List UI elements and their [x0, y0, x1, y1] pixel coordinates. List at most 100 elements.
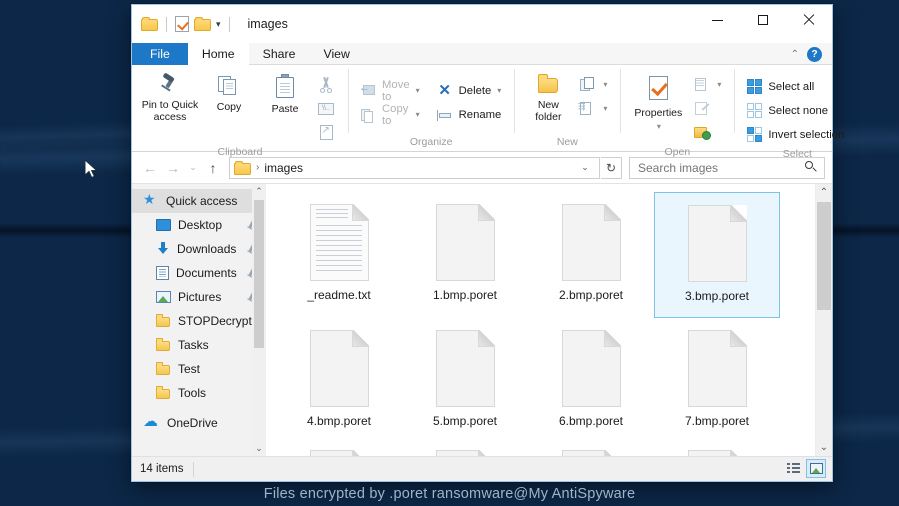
folder-properties-icon[interactable] [175, 16, 189, 32]
file-item[interactable]: 1.bmp.poret [402, 192, 528, 318]
file-grid: _readme.txt 1.bmp.poret 2.bmp.poret 3.bm… [266, 184, 812, 456]
delete-button[interactable]: ✕ Delete ▾ [433, 79, 507, 102]
sidebar-item-desktop[interactable]: Desktop [132, 213, 266, 237]
customize-qat-caret[interactable]: ▾ [216, 19, 221, 29]
maximize-button[interactable] [740, 5, 786, 35]
copy-to-caret[interactable]: ▾ [416, 110, 420, 119]
address-dropdown-icon[interactable]: ⌄ [575, 162, 595, 173]
copy-to-button[interactable]: Copy to ▾ [356, 103, 425, 127]
file-item-selected[interactable]: 3.bmp.poret [654, 192, 780, 318]
scroll-down-icon[interactable]: ⌄ [816, 439, 832, 456]
rename-button[interactable]: Rename [433, 103, 507, 126]
delete-x-icon: ✕ [438, 82, 451, 99]
file-item[interactable] [654, 444, 780, 456]
new-folder-icon[interactable] [194, 17, 211, 31]
tab-home[interactable]: Home [187, 43, 249, 65]
edit-button[interactable] [690, 97, 726, 120]
easy-access-button[interactable]: ▾ [576, 97, 612, 120]
open-button[interactable]: ▾ [690, 73, 726, 96]
paste-button[interactable]: Paste [258, 71, 312, 118]
history-button[interactable] [690, 121, 726, 144]
file-scroll-thumb[interactable] [817, 202, 831, 310]
search-icon[interactable] [805, 161, 818, 174]
move-to-button[interactable]: Move to ▾ [356, 79, 425, 103]
sidebar-item-documents[interactable]: Documents [132, 261, 266, 285]
properties-button[interactable]: Properties ▾ [628, 71, 688, 134]
large-icons-view-button[interactable] [806, 459, 826, 478]
quick-access-toolbar: ▾ images [132, 16, 288, 32]
file-item[interactable]: 2.bmp.poret [528, 192, 654, 318]
file-item[interactable]: _readme.txt [276, 192, 402, 318]
sidebar-item-stopdecrypter[interactable]: STOPDecrypter [132, 309, 266, 333]
folder-icon [141, 17, 158, 31]
help-button[interactable]: ? [807, 46, 822, 62]
file-item[interactable]: 7.bmp.poret [654, 318, 780, 444]
copy-to-icon [360, 108, 376, 123]
file-item[interactable]: 5.bmp.poret [402, 318, 528, 444]
sidebar-item-label: Pictures [178, 290, 222, 304]
navigation-scrollbar[interactable]: ⌃ ⌄ [252, 184, 266, 456]
copy-button[interactable]: Copy [202, 71, 256, 116]
folder-icon [156, 361, 171, 376]
tab-file[interactable]: File [132, 43, 188, 65]
copy-path-icon: \\.. [318, 102, 334, 115]
close-icon [803, 14, 815, 26]
tab-view[interactable]: View [309, 43, 364, 65]
select-all-button[interactable]: Select all [742, 75, 849, 98]
open-small-buttons: ▾ [690, 71, 726, 144]
new-item-button[interactable]: ▾ [576, 73, 612, 96]
file-item[interactable]: 4.bmp.poret [276, 318, 402, 444]
sidebar-item-test[interactable]: Test [132, 357, 266, 381]
invert-selection-button[interactable]: Invert selection [742, 123, 849, 146]
details-view-button[interactable] [783, 459, 803, 478]
ribbon-group-label-organize: Organize [409, 136, 453, 148]
move-to-caret[interactable]: ▾ [416, 86, 420, 95]
breadcrumb-item-images[interactable]: images [264, 161, 303, 175]
file-item[interactable] [528, 444, 654, 456]
properties-caret[interactable]: ▾ [657, 122, 661, 131]
delete-caret[interactable]: ▾ [497, 86, 501, 95]
collapse-ribbon-icon[interactable]: ⌃ [791, 49, 799, 60]
onedrive-cloud-icon [143, 412, 160, 430]
sidebar-item-downloads[interactable]: Downloads [132, 237, 266, 261]
file-thumbnail [687, 324, 747, 412]
select-none-icon [746, 103, 762, 118]
refresh-button[interactable]: ↻ [601, 156, 622, 179]
invert-selection-icon [746, 127, 762, 142]
sidebar-item-quick-access[interactable]: Quick access [132, 189, 266, 213]
file-thumbnail [435, 198, 495, 286]
invert-selection-label: Invert selection [768, 128, 845, 141]
scroll-up-icon[interactable]: ⌃ [816, 184, 832, 201]
tab-share[interactable]: Share [248, 43, 310, 65]
new-folder-button[interactable]: New folder [522, 71, 574, 126]
ribbon-group-label-new: New [556, 136, 578, 148]
ribbon-group-open: Properties ▾ ▾ Open [620, 65, 734, 158]
file-item[interactable] [402, 444, 528, 456]
easy-access-caret[interactable]: ▾ [603, 104, 607, 113]
pin-to-quick-access-button[interactable]: Pin to Quick access [140, 71, 200, 126]
scroll-down-icon[interactable]: ⌄ [255, 441, 263, 456]
copy-path-button[interactable]: \\.. [314, 97, 340, 120]
file-item[interactable] [276, 444, 402, 456]
sidebar-item-onedrive[interactable]: OneDrive [132, 411, 266, 435]
file-item[interactable]: 6.bmp.poret [528, 318, 654, 444]
new-item-caret[interactable]: ▾ [603, 80, 607, 89]
folder-icon [156, 337, 171, 352]
sidebar-item-label: Documents [176, 266, 237, 280]
open-caret[interactable]: ▾ [717, 80, 721, 89]
close-button[interactable] [786, 5, 832, 35]
text-file-icon [309, 203, 369, 281]
paste-shortcut-button[interactable] [314, 121, 340, 144]
sidebar-item-tools[interactable]: Tools [132, 381, 266, 405]
desktop-icon [156, 219, 171, 231]
select-none-button[interactable]: Select none [742, 99, 849, 122]
file-list-scrollbar[interactable]: ⌃ ⌄ [815, 184, 832, 456]
sidebar-item-tasks[interactable]: Tasks [132, 333, 266, 357]
scroll-up-icon[interactable]: ⌃ [255, 184, 263, 199]
sidebar-item-pictures[interactable]: Pictures [132, 285, 266, 309]
navigation-scroll-thumb[interactable] [254, 200, 264, 348]
cut-button[interactable] [314, 73, 340, 96]
minimize-button[interactable] [694, 5, 740, 35]
select-none-label: Select none [768, 104, 829, 117]
new-small-buttons: ▾ ▾ [576, 71, 612, 120]
